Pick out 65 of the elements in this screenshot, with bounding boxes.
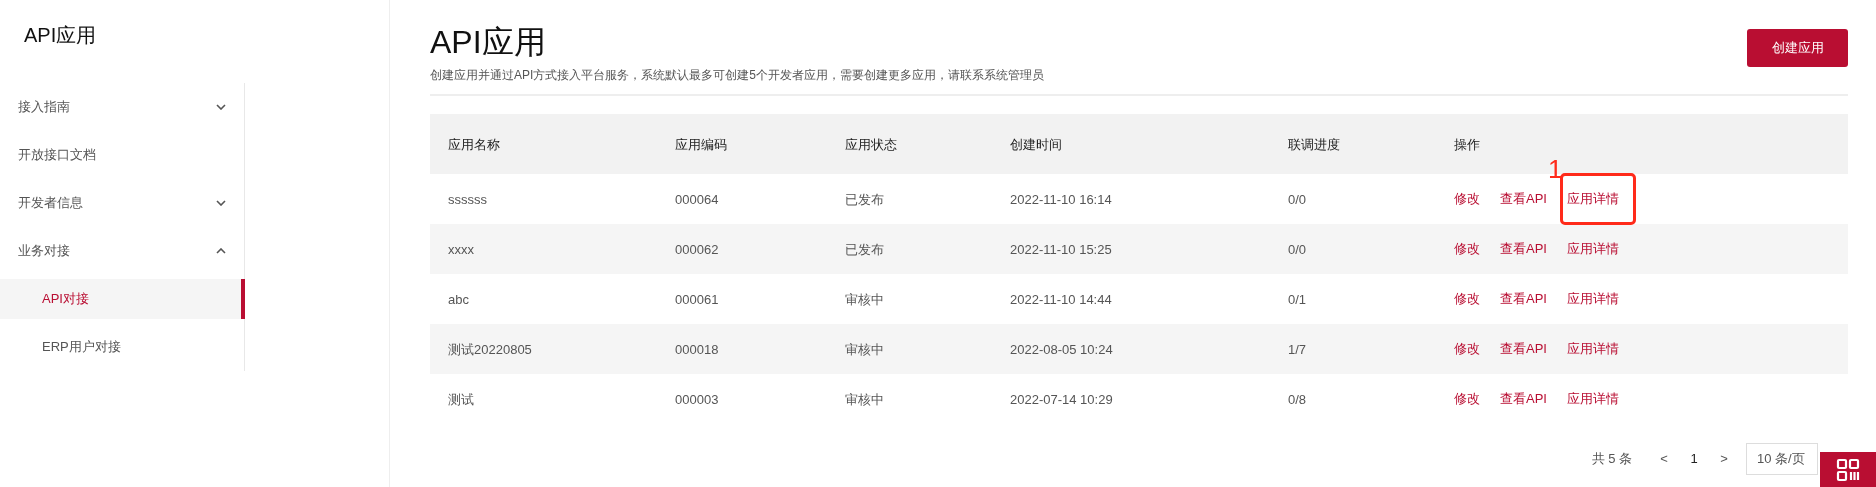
column-header: 创建时间 <box>1010 137 1062 152</box>
sidebar-item[interactable]: 业务对接 <box>0 227 244 275</box>
total-count: 共 5 条 <box>1591 450 1632 469</box>
sidebar-item[interactable]: 接入指南 <box>0 83 244 131</box>
action-link[interactable]: 修改 <box>1454 189 1480 209</box>
page-size-select[interactable]: 10 条/页 <box>1746 443 1818 475</box>
action-link[interactable]: 查看API <box>1500 189 1547 209</box>
table-cell: 000018 <box>675 342 719 357</box>
page-number[interactable]: 1 <box>1674 449 1714 469</box>
column-header: 应用编码 <box>675 137 727 152</box>
chevron-up-icon <box>216 248 226 254</box>
sidebar-item[interactable]: 开放接口文档 <box>0 131 244 179</box>
table-cell: 0/8 <box>1288 392 1307 407</box>
action-link[interactable]: 修改 <box>1454 239 1480 259</box>
action-link[interactable]: 应用详情 <box>1566 389 1619 409</box>
next-page-button[interactable]: > <box>1714 449 1734 469</box>
column-header: 联调进度 <box>1288 137 1340 152</box>
table-cell: 1/7 <box>1288 342 1307 357</box>
page-title: API应用 <box>430 23 547 62</box>
table-cell: 审核中 <box>845 392 884 407</box>
table-cell: 2022-11-10 16:14 <box>1010 192 1112 207</box>
table-cell: xxxx <box>448 242 474 257</box>
table-cell: 0/1 <box>1288 292 1307 307</box>
action-link[interactable]: 查看API <box>1500 339 1547 359</box>
chevron-down-icon <box>216 200 226 206</box>
action-link[interactable]: 应用详情 <box>1566 239 1619 259</box>
table-cell: 审核中 <box>845 342 884 357</box>
action-link[interactable]: 修改 <box>1454 389 1480 409</box>
sidebar-item[interactable]: 开发者信息 <box>0 179 244 227</box>
table-cell: 000064 <box>675 192 719 207</box>
action-link[interactable]: 应用详情 <box>1566 289 1619 309</box>
table-cell: 0/0 <box>1288 242 1307 257</box>
table-cell: 测试20220805 <box>448 342 532 357</box>
column-header: 操作 <box>1454 137 1480 152</box>
table-cell: 2022-08-05 10:24 <box>1010 342 1113 357</box>
table-cell: ssssss <box>448 192 487 207</box>
table-cell: 2022-11-10 14:44 <box>1010 292 1112 307</box>
sidebar-subitem[interactable]: ERP用户对接 <box>0 327 244 367</box>
table-cell: 000003 <box>675 392 719 407</box>
table-cell: 0/0 <box>1288 192 1307 207</box>
action-link[interactable]: 应用详情 <box>1566 339 1619 359</box>
table-cell: 测试 <box>448 392 474 407</box>
action-link[interactable]: 修改 <box>1454 339 1480 359</box>
column-header: 应用名称 <box>448 137 500 152</box>
table-cell: 2022-07-14 10:29 <box>1010 392 1113 407</box>
action-link[interactable]: 修改 <box>1454 289 1480 309</box>
prev-page-button[interactable]: < <box>1654 449 1674 469</box>
qr-code-button[interactable] <box>1820 452 1876 487</box>
grid-icon <box>1836 457 1860 482</box>
sidebar-subitem[interactable]: API对接 <box>0 279 245 319</box>
table-cell: abc <box>448 292 469 307</box>
column-header: 应用状态 <box>845 137 897 152</box>
action-link[interactable]: 查看API <box>1500 289 1547 309</box>
action-link[interactable]: 查看API <box>1500 389 1547 409</box>
table-cell: 已发布 <box>845 242 884 257</box>
table-cell: 000061 <box>675 292 719 307</box>
table-cell: 000062 <box>675 242 719 257</box>
table-cell: 审核中 <box>845 292 884 307</box>
table-cell: 已发布 <box>845 192 884 207</box>
create-app-button[interactable]: 创建应用 <box>1747 29 1848 67</box>
action-link[interactable]: 查看API <box>1500 239 1547 259</box>
chevron-down-icon <box>216 104 226 110</box>
sidebar-title: API应用 <box>23 23 98 48</box>
table-cell: 2022-11-10 15:25 <box>1010 242 1112 257</box>
page-description: 创建应用并通过API方式接入平台服务，系统默认最多可创建5个开发者应用，需要创建更多应用，请联系系统管理员 <box>430 67 1044 84</box>
